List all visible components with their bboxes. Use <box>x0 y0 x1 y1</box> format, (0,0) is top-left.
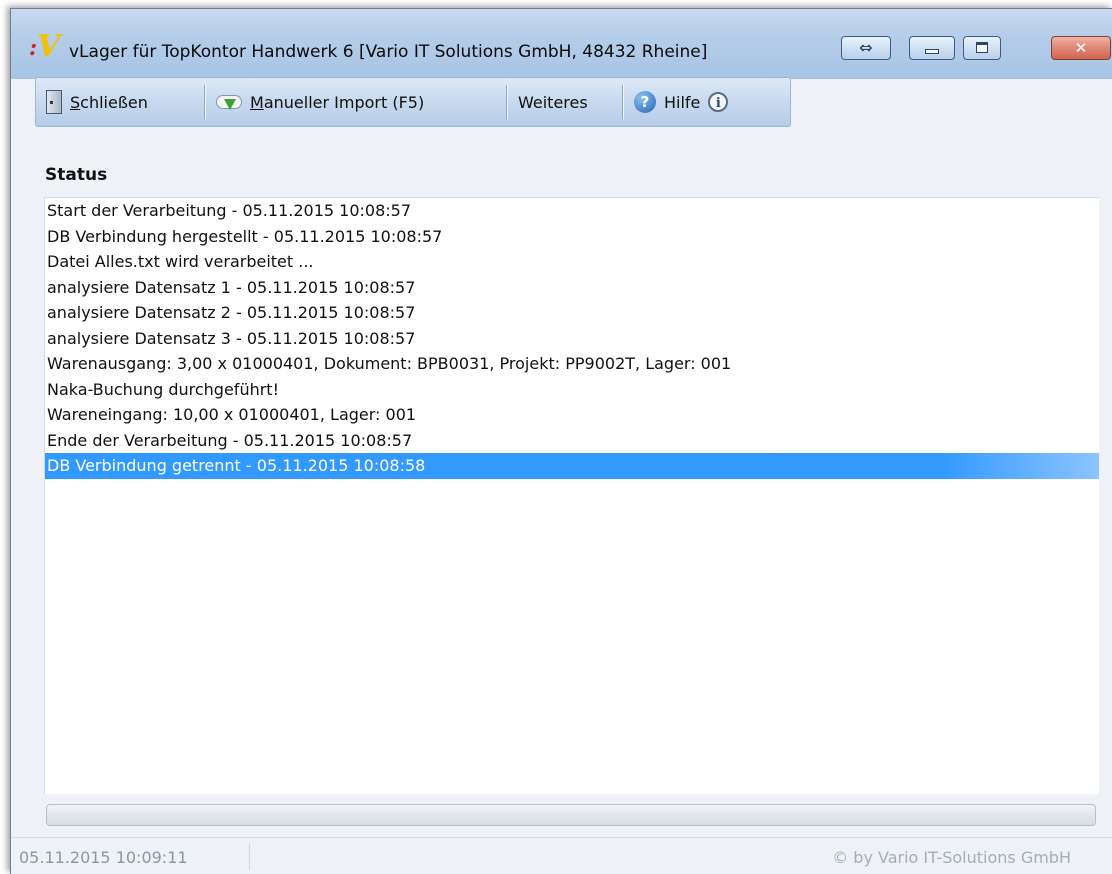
status-bar: 05.11.2015 10:09:11 © by Vario IT-Soluti… <box>11 837 1112 874</box>
log-entry[interactable]: Start der Verarbeitung - 05.11.2015 10:0… <box>45 198 1099 224</box>
restore-layout-button[interactable]: ⇔ <box>841 36 891 60</box>
weiteres-menu-button[interactable]: Weiteres <box>518 78 588 126</box>
window-title: vLager für TopKontor Handwerk 6 [Vario I… <box>69 42 708 62</box>
close-icon: ✕ <box>1074 39 1088 57</box>
toolbar-separator <box>506 85 508 119</box>
log-entry-selected[interactable]: DB Verbindung getrennt - 05.11.2015 10:0… <box>45 453 1099 479</box>
weiteres-label: Weiteres <box>518 92 588 112</box>
minimize-icon <box>925 49 939 54</box>
log-entry[interactable]: Warenausgang: 3,00 x 01000401, Dokument:… <box>45 351 1099 377</box>
double-arrow-icon: ⇔ <box>859 38 873 57</box>
close-window-button[interactable]: ✕ <box>1051 36 1111 60</box>
toolbar: Schließen Manueller Import (F5) Weiteres… <box>35 77 791 127</box>
info-icon[interactable]: i <box>708 92 729 112</box>
toolbar-separator <box>622 85 624 119</box>
log-entry[interactable]: analysiere Datensatz 2 - 05.11.2015 10:0… <box>45 300 1099 326</box>
log-entry[interactable]: Wareneingang: 10,00 x 01000401, Lager: 0… <box>45 402 1099 428</box>
log-entry[interactable]: analysiere Datensatz 3 - 05.11.2015 10:0… <box>45 326 1099 352</box>
help-icon: ? <box>634 91 656 113</box>
help-label: Hilfe <box>664 92 701 112</box>
copyright-text: © by Vario IT-Solutions GmbH <box>832 848 1071 867</box>
status-datetime: 05.11.2015 10:09:11 <box>19 848 188 867</box>
log-entry[interactable]: Ende der Verarbeitung - 05.11.2015 10:08… <box>45 428 1099 454</box>
cloud-download-icon <box>216 91 242 113</box>
log-entry[interactable]: DB Verbindung hergestellt - 05.11.2015 1… <box>45 224 1099 250</box>
door-exit-icon <box>46 90 62 114</box>
minimize-button[interactable] <box>909 36 955 60</box>
status-heading: Status <box>45 165 108 185</box>
app-window: :V vLager für TopKontor Handwerk 6 [Vari… <box>10 8 1112 874</box>
manual-import-label: Manueller Import (F5) <box>250 92 425 112</box>
progress-bar <box>46 804 1096 826</box>
log-entry[interactable]: analysiere Datensatz 1 - 05.11.2015 10:0… <box>45 275 1099 301</box>
title-bar[interactable]: :V vLager für TopKontor Handwerk 6 [Vari… <box>11 9 1112 79</box>
help-button[interactable]: ? Hilfe i <box>634 78 729 126</box>
maximize-icon <box>976 42 988 53</box>
toolbar-separator <box>204 85 206 119</box>
log-entry[interactable]: Naka-Buchung durchgeführt! <box>45 377 1099 403</box>
manual-import-button[interactable]: Manueller Import (F5) <box>216 78 424 126</box>
status-bar-divider <box>249 844 250 870</box>
maximize-button[interactable] <box>963 36 1001 60</box>
schliessen-label: Schließen <box>70 92 148 112</box>
app-logo-icon: :V <box>29 29 61 64</box>
status-log-list[interactable]: Start der Verarbeitung - 05.11.2015 10:0… <box>44 197 1099 794</box>
schliessen-button[interactable]: Schließen <box>46 78 148 126</box>
log-entry[interactable]: Datei Alles.txt wird verarbeitet ... <box>45 249 1099 275</box>
